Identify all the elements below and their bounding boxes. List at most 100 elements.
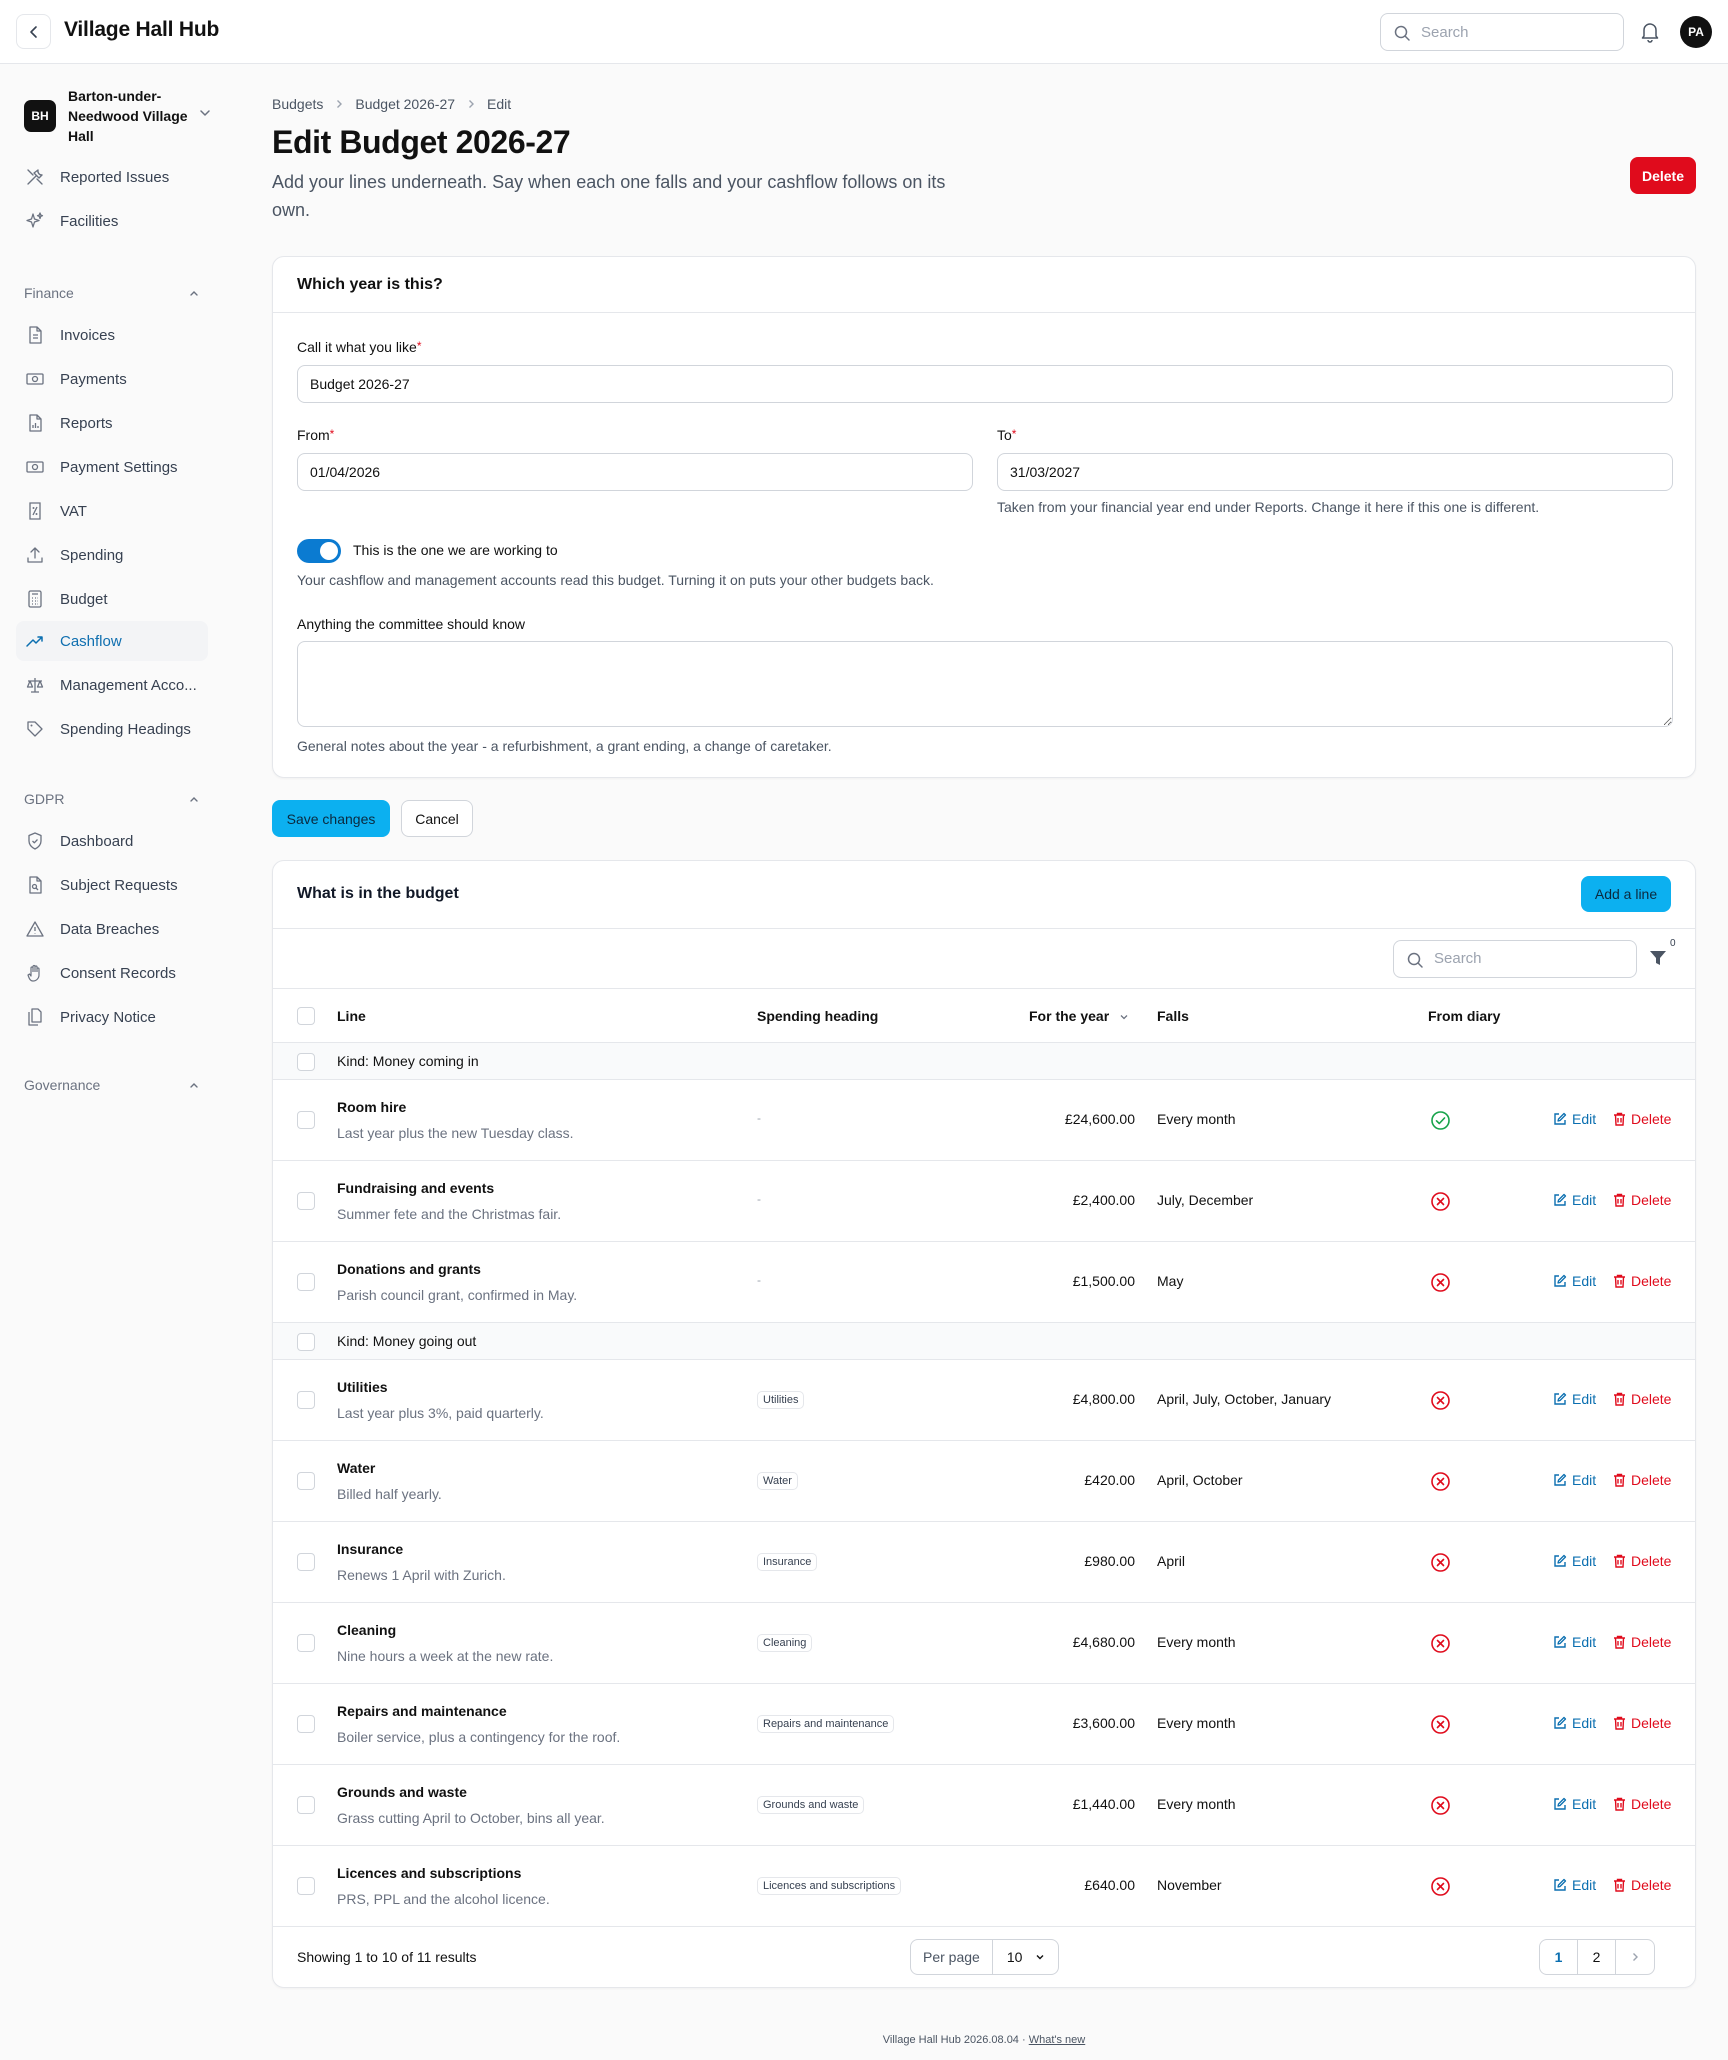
row-checkbox[interactable] — [297, 1273, 315, 1291]
org-switcher[interactable]: BH Barton-under-Needwood Village Hall — [24, 86, 214, 146]
notification-bell-icon[interactable] — [1640, 21, 1660, 43]
from-diary-status — [1430, 1471, 1451, 1496]
sidebar: BH Barton-under-Needwood Village Hall Re… — [0, 64, 230, 2060]
breadcrumb-budget[interactable]: Budget 2026-27 — [355, 96, 455, 112]
delete-line-button[interactable]: Delete — [1613, 1472, 1671, 1488]
row-checkbox[interactable] — [297, 1634, 315, 1652]
chevron-left-icon — [29, 25, 37, 38]
sidebar-item-invoices[interactable]: Invoices — [16, 315, 208, 355]
edit-line-button[interactable]: Edit — [1553, 1796, 1596, 1812]
edit-line-button[interactable]: Edit — [1553, 1553, 1596, 1569]
sidebar-item-payments[interactable]: Payments — [16, 359, 208, 399]
sidebar-item-spending[interactable]: Spending — [16, 535, 208, 575]
col-falls[interactable]: Falls — [1157, 1008, 1189, 1024]
add-line-button[interactable]: Add a line — [1581, 876, 1671, 912]
edit-line-button[interactable]: Edit — [1553, 1877, 1596, 1893]
edit-line-button[interactable]: Edit — [1553, 1634, 1596, 1650]
sort-chevron-down-icon[interactable] — [1119, 1012, 1129, 1022]
edit-icon — [1554, 1635, 1567, 1648]
sidebar-item-budget[interactable]: Budget — [16, 579, 208, 619]
table-search[interactable] — [1393, 940, 1637, 978]
col-spending-heading[interactable]: Spending heading — [757, 1008, 878, 1024]
sidebar-item-subject-requests[interactable]: Subject Requests — [16, 865, 208, 905]
line-amount: £24,600.00 — [1064, 1111, 1135, 1127]
table-row: Insurance Renews 1 April with Zurich. Insu… — [273, 1522, 1695, 1603]
table-search-input[interactable] — [1434, 950, 1624, 967]
edit-line-button[interactable]: Edit — [1553, 1273, 1596, 1289]
edit-icon — [1554, 1274, 1567, 1287]
sidebar-item-vat[interactable]: VAT — [16, 491, 208, 531]
delete-line-button[interactable]: Delete — [1613, 1796, 1671, 1812]
sidebar-item-management-accounts[interactable]: Management Acco... — [16, 665, 208, 705]
global-search[interactable] — [1380, 13, 1624, 51]
sidebar-item-dashboard[interactable]: Dashboard — [16, 821, 208, 861]
next-page-button[interactable] — [1616, 1940, 1654, 1974]
whats-new-link[interactable]: What's new — [1029, 2034, 1086, 2046]
page-2-button[interactable]: 2 — [1578, 1940, 1616, 1974]
sidebar-item-payment-settings[interactable]: Payment Settings — [16, 447, 208, 487]
sidebar-item-privacy-notice[interactable]: Privacy Notice — [16, 997, 208, 1037]
row-checkbox[interactable] — [297, 1111, 315, 1129]
notes-textarea[interactable] — [297, 641, 1673, 727]
sidebar-item-consent-records[interactable]: Consent Records — [16, 953, 208, 993]
filter-icon[interactable] — [1649, 949, 1667, 967]
row-checkbox[interactable] — [297, 1553, 315, 1571]
to-date-input[interactable] — [997, 453, 1673, 491]
delete-line-button[interactable]: Delete — [1613, 1877, 1671, 1893]
row-checkbox[interactable] — [297, 1472, 315, 1490]
delete-line-button[interactable]: Delete — [1613, 1391, 1671, 1407]
per-page-select[interactable]: Per page 10 — [910, 1939, 1060, 1975]
delete-line-button[interactable]: Delete — [1613, 1111, 1671, 1127]
chevron-right-icon — [1633, 1953, 1638, 1961]
row-checkbox[interactable] — [297, 1391, 315, 1409]
search-icon — [1407, 952, 1423, 968]
breadcrumb-budgets[interactable]: Budgets — [272, 96, 323, 112]
sidebar-item-reports[interactable]: Reports — [16, 403, 208, 443]
user-avatar[interactable]: PA — [1680, 16, 1712, 48]
app-title: Village Hall Hub — [64, 18, 220, 41]
delete-line-button[interactable]: Delete — [1613, 1634, 1671, 1650]
col-for-the-year[interactable]: For the year — [1029, 1008, 1109, 1024]
delete-label: Delete — [1631, 1391, 1672, 1407]
row-checkbox[interactable] — [297, 1796, 315, 1814]
edit-line-button[interactable]: Edit — [1553, 1715, 1596, 1731]
select-all-checkbox[interactable] — [297, 1007, 315, 1025]
delete-line-button[interactable]: Delete — [1613, 1553, 1671, 1569]
delete-budget-button[interactable]: Delete — [1630, 157, 1696, 194]
col-line[interactable]: Line — [337, 1008, 366, 1024]
back-button[interactable] — [16, 14, 51, 49]
edit-line-button[interactable]: Edit — [1553, 1192, 1596, 1208]
save-changes-button[interactable]: Save changes — [272, 800, 390, 837]
global-search-input[interactable] — [1421, 22, 1611, 42]
sidebar-group-gdpr[interactable]: GDPR — [24, 787, 200, 811]
edit-line-button[interactable]: Edit — [1553, 1111, 1596, 1127]
page-1-button[interactable]: 1 — [1540, 1940, 1578, 1974]
delete-line-button[interactable]: Delete — [1613, 1715, 1671, 1731]
sidebar-group-finance[interactable]: Finance — [24, 281, 200, 305]
group-checkbox[interactable] — [297, 1053, 315, 1071]
sidebar-item-spending-headings[interactable]: Spending Headings — [16, 709, 208, 749]
working-budget-toggle[interactable] — [297, 539, 341, 563]
group-checkbox[interactable] — [297, 1333, 315, 1351]
col-from-diary[interactable]: From diary — [1428, 1008, 1500, 1024]
spending-heading-badge: Repairs and maintenance — [757, 1715, 895, 1733]
delete-line-button[interactable]: Delete — [1613, 1192, 1671, 1208]
budget-name-input[interactable] — [297, 365, 1673, 403]
row-checkbox[interactable] — [297, 1877, 315, 1895]
sidebar-group-governance[interactable]: Governance — [24, 1073, 200, 1097]
per-page-value-text: 10 — [1006, 1949, 1023, 1965]
sidebar-item-cashflow[interactable]: Cashflow — [16, 621, 208, 661]
line-description: Summer fete and the Christmas fair. — [337, 1206, 562, 1222]
trash-icon — [1614, 1193, 1625, 1207]
sidebar-item-data-breaches[interactable]: Data Breaches — [16, 909, 208, 949]
sidebar-item-reported-issues[interactable]: Reported Issues — [16, 157, 208, 197]
from-date-input[interactable] — [297, 453, 973, 491]
sidebar-item-facilities[interactable]: Facilities — [16, 201, 208, 241]
edit-line-button[interactable]: Edit — [1553, 1391, 1596, 1407]
edit-line-button[interactable]: Edit — [1553, 1472, 1596, 1488]
row-checkbox[interactable] — [297, 1715, 315, 1733]
per-page-value[interactable]: 10 — [993, 1940, 1059, 1974]
row-checkbox[interactable] — [297, 1192, 315, 1210]
delete-line-button[interactable]: Delete — [1613, 1273, 1671, 1289]
cancel-button[interactable]: Cancel — [401, 800, 473, 837]
